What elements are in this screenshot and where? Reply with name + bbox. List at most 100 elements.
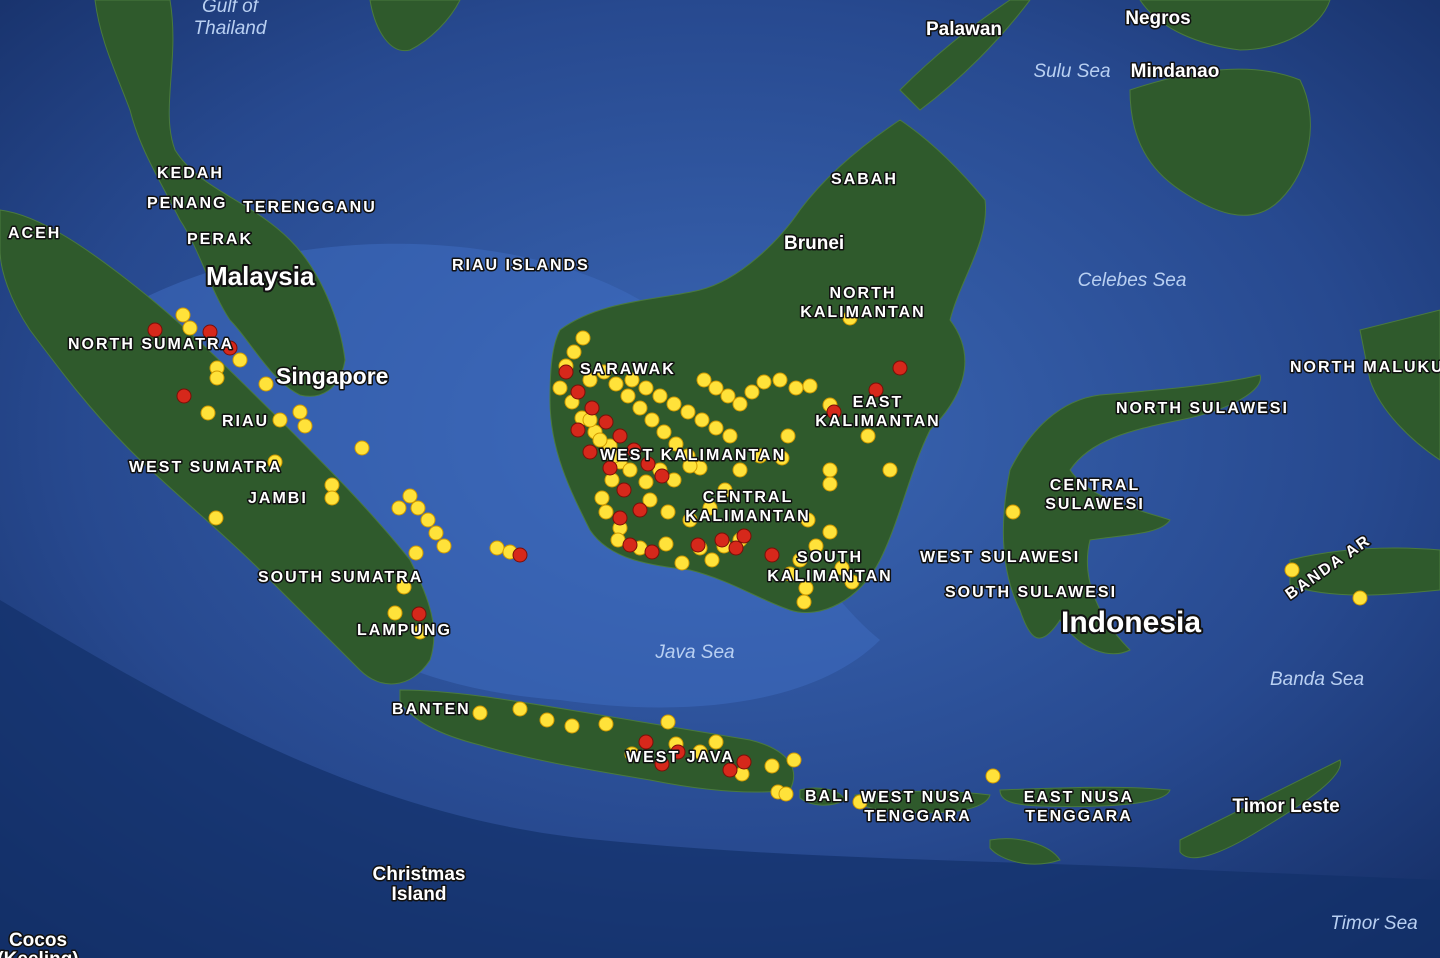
fire-marker-yellow[interactable] <box>658 536 674 552</box>
fire-marker-red[interactable] <box>714 532 730 548</box>
fire-marker-yellow[interactable] <box>644 412 660 428</box>
fire-marker-yellow[interactable] <box>175 307 191 323</box>
fire-marker-yellow[interactable] <box>564 718 580 734</box>
fire-marker-red[interactable] <box>736 754 752 770</box>
fire-marker-yellow[interactable] <box>652 388 668 404</box>
fire-marker-yellow[interactable] <box>720 388 736 404</box>
fire-marker-yellow[interactable] <box>732 462 748 478</box>
fire-marker-yellow[interactable] <box>722 428 738 444</box>
fire-marker-yellow[interactable] <box>638 474 654 490</box>
fire-marker-yellow[interactable] <box>704 552 720 568</box>
fire-marker-yellow[interactable] <box>620 388 636 404</box>
satellite-map[interactable]: Gulf of Thailand Palawan Negros Sulu Sea … <box>0 0 1440 958</box>
fire-marker-yellow[interactable] <box>324 490 340 506</box>
fire-marker-yellow[interactable] <box>778 786 794 802</box>
fire-marker-yellow[interactable] <box>608 376 624 392</box>
fire-marker-yellow[interactable] <box>780 428 796 444</box>
fire-marker-yellow[interactable] <box>592 432 608 448</box>
fire-marker-yellow[interactable] <box>182 320 198 336</box>
fire-marker-yellow[interactable] <box>472 705 488 721</box>
fire-marker-yellow[interactable] <box>489 540 505 556</box>
fire-marker-red[interactable] <box>558 364 574 380</box>
fire-marker-yellow[interactable] <box>708 420 724 436</box>
fire-marker-yellow[interactable] <box>772 372 788 388</box>
fire-marker-red[interactable] <box>612 510 628 526</box>
fire-marker-yellow[interactable] <box>292 404 308 420</box>
fire-marker-yellow[interactable] <box>660 714 676 730</box>
fire-marker-yellow[interactable] <box>822 524 838 540</box>
fire-marker-yellow[interactable] <box>860 428 876 444</box>
fire-marker-yellow[interactable] <box>786 752 802 768</box>
fire-marker-yellow[interactable] <box>1352 590 1368 606</box>
fire-marker-yellow[interactable] <box>696 372 712 388</box>
fire-marker-red[interactable] <box>570 422 586 438</box>
fire-marker-red[interactable] <box>736 528 752 544</box>
fire-marker-yellow[interactable] <box>387 605 403 621</box>
fire-marker-red[interactable] <box>512 547 528 563</box>
fire-marker-yellow[interactable] <box>598 504 614 520</box>
fire-marker-red[interactable] <box>147 322 163 338</box>
fire-marker-yellow[interactable] <box>209 370 225 386</box>
fire-marker-red[interactable] <box>690 537 706 553</box>
fire-marker-yellow[interactable] <box>575 330 591 346</box>
fire-marker-red[interactable] <box>411 606 427 622</box>
fire-marker-yellow[interactable] <box>674 555 690 571</box>
fire-marker-yellow[interactable] <box>882 462 898 478</box>
fire-marker-red[interactable] <box>584 400 600 416</box>
fire-marker-red[interactable] <box>622 537 638 553</box>
map-canvas[interactable]: Gulf of Thailand Palawan Negros Sulu Sea … <box>0 0 1440 958</box>
fire-marker-yellow[interactable] <box>594 490 610 506</box>
fire-marker-red[interactable] <box>764 547 780 563</box>
fire-marker-red[interactable] <box>598 414 614 430</box>
fire-marker-yellow[interactable] <box>985 768 1001 784</box>
fire-marker-yellow[interactable] <box>512 701 528 717</box>
fire-marker-yellow[interactable] <box>822 476 838 492</box>
fire-marker-yellow[interactable] <box>788 380 804 396</box>
fire-marker-yellow[interactable] <box>258 376 274 392</box>
fire-marker-red[interactable] <box>728 540 744 556</box>
fire-marker-red[interactable] <box>582 444 598 460</box>
fire-marker-yellow[interactable] <box>208 510 224 526</box>
fire-marker-yellow[interactable] <box>200 405 216 421</box>
fire-marker-red[interactable] <box>176 388 192 404</box>
fire-marker-red[interactable] <box>638 734 654 750</box>
fire-marker-yellow[interactable] <box>297 418 313 434</box>
fire-marker-yellow[interactable] <box>552 380 568 396</box>
fire-marker-yellow[interactable] <box>744 384 760 400</box>
fire-marker-yellow[interactable] <box>598 716 614 732</box>
fire-marker-yellow[interactable] <box>539 712 555 728</box>
fire-marker-red[interactable] <box>644 544 660 560</box>
fire-marker-red[interactable] <box>892 360 908 376</box>
fire-marker-yellow[interactable] <box>708 380 724 396</box>
fire-marker-yellow[interactable] <box>732 396 748 412</box>
fire-marker-yellow[interactable] <box>694 412 710 428</box>
fire-marker-yellow[interactable] <box>656 424 672 440</box>
fire-marker-yellow[interactable] <box>232 352 248 368</box>
fire-marker-yellow[interactable] <box>708 734 724 750</box>
fire-marker-yellow[interactable] <box>1284 562 1300 578</box>
fire-marker-yellow[interactable] <box>638 380 654 396</box>
fire-marker-yellow[interactable] <box>391 500 407 516</box>
fire-marker-yellow[interactable] <box>802 378 818 394</box>
fire-marker-red[interactable] <box>616 482 632 498</box>
fire-marker-yellow[interactable] <box>660 504 676 520</box>
fire-marker-yellow[interactable] <box>666 396 682 412</box>
fire-marker-yellow[interactable] <box>796 594 812 610</box>
fire-marker-yellow[interactable] <box>566 344 582 360</box>
fire-marker-yellow[interactable] <box>822 462 838 478</box>
fire-marker-yellow[interactable] <box>402 488 418 504</box>
fire-marker-yellow[interactable] <box>272 412 288 428</box>
fire-marker-yellow[interactable] <box>408 545 424 561</box>
fire-marker-red[interactable] <box>612 428 628 444</box>
fire-marker-yellow[interactable] <box>622 462 638 478</box>
fire-marker-yellow[interactable] <box>428 525 444 541</box>
fire-marker-red[interactable] <box>570 384 586 400</box>
fire-marker-yellow[interactable] <box>324 477 340 493</box>
fire-marker-yellow[interactable] <box>436 538 452 554</box>
fire-marker-red[interactable] <box>632 502 648 518</box>
fire-marker-yellow[interactable] <box>680 404 696 420</box>
fire-marker-red[interactable] <box>654 468 670 484</box>
fire-marker-yellow[interactable] <box>756 374 772 390</box>
fire-marker-yellow[interactable] <box>1005 504 1021 520</box>
fire-marker-yellow[interactable] <box>420 512 436 528</box>
